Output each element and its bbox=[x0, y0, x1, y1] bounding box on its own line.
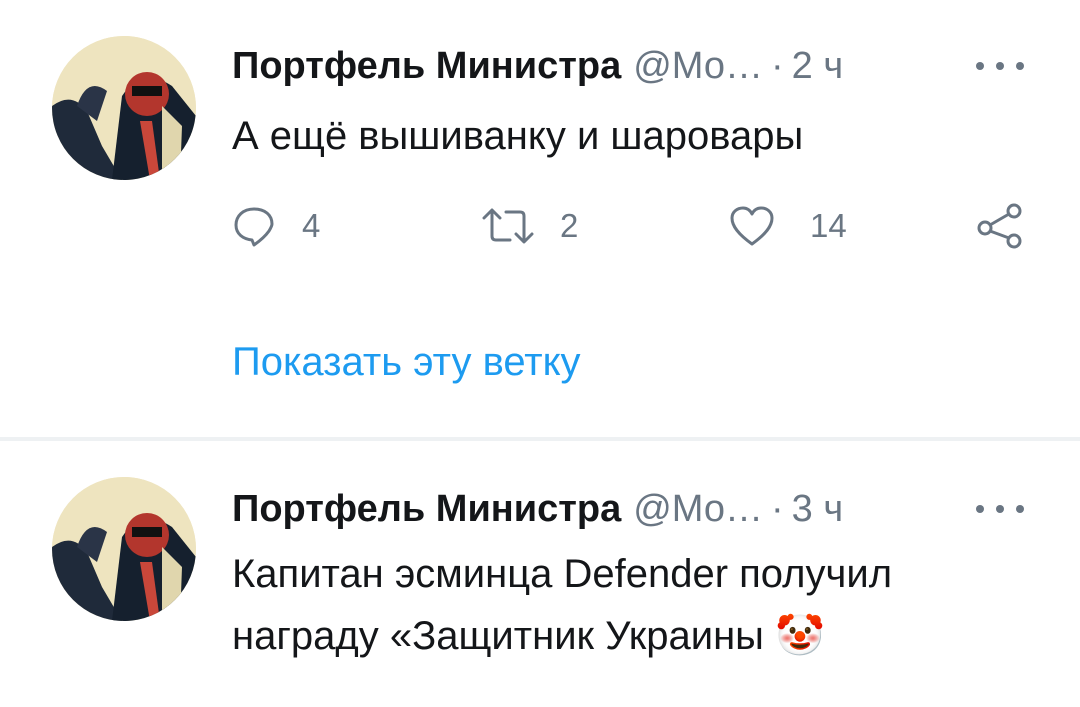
tweet-1[interactable]: Портфель Министра @Мо… · 2 ч А ещё вышив… bbox=[0, 0, 1080, 437]
avatar[interactable] bbox=[52, 36, 196, 180]
reply-count: 4 bbox=[302, 207, 321, 244]
timestamp[interactable]: 3 ч bbox=[792, 488, 844, 531]
avatar[interactable] bbox=[52, 477, 196, 621]
author-name[interactable]: Портфель Министра bbox=[232, 488, 621, 531]
share-icon bbox=[977, 203, 1022, 249]
separator: · bbox=[771, 44, 784, 87]
avatar-image bbox=[52, 477, 196, 621]
like-button[interactable]: 14 bbox=[728, 204, 847, 248]
tweet-header: Портфель Министра @Мо… · 3 ч bbox=[232, 483, 843, 535]
author-name[interactable]: Портфель Министра bbox=[232, 45, 621, 88]
reply-icon bbox=[234, 207, 274, 247]
heart-icon bbox=[730, 206, 774, 246]
tweet-2[interactable]: Портфель Министра @Мо… · 3 ч Капитан эсм… bbox=[0, 441, 1080, 707]
show-thread-link[interactable]: Показать эту ветку bbox=[232, 340, 581, 385]
tweet-text: Капитан эсминца Defender получил награду… bbox=[232, 543, 1032, 667]
tweet-header: Портфель Министра @Мо… · 2 ч bbox=[232, 40, 843, 92]
retweet-count: 2 bbox=[560, 207, 579, 244]
avatar-image bbox=[52, 36, 196, 180]
author-handle[interactable]: @Мо… bbox=[633, 45, 763, 88]
tweet-text-line: А ещё вышиванку и шаровары bbox=[232, 114, 804, 158]
tweet-actions: 4 2 14 bbox=[232, 198, 1032, 258]
author-handle[interactable]: @Мо… bbox=[633, 488, 763, 531]
timestamp[interactable]: 2 ч bbox=[792, 45, 844, 88]
more-options-icon[interactable] bbox=[976, 497, 1024, 521]
tweet-text-line: Капитан эсминца Defender получил bbox=[232, 552, 893, 596]
separator: · bbox=[771, 487, 784, 530]
retweet-button[interactable]: 2 bbox=[478, 204, 578, 248]
more-options-icon[interactable] bbox=[976, 54, 1024, 78]
share-button[interactable] bbox=[974, 202, 1026, 250]
tweet-text: А ещё вышиванку и шаровары bbox=[232, 105, 1032, 167]
tweet-text-line: награду «Защитник Украины 🤡 bbox=[232, 614, 825, 658]
reply-button[interactable]: 4 bbox=[232, 204, 320, 248]
retweet-icon bbox=[482, 208, 534, 244]
like-count: 14 bbox=[810, 207, 847, 244]
